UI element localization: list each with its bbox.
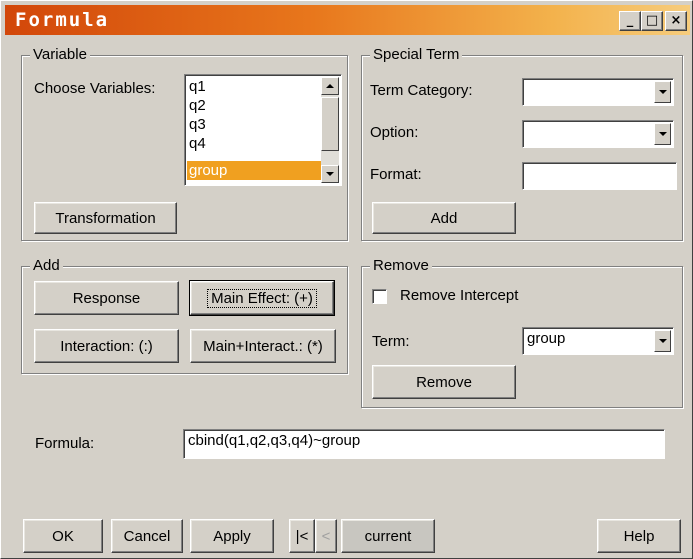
ok-button[interactable]: OK [23,519,103,553]
term-category-label: Term Category: [370,82,473,99]
variable-legend: Variable [30,46,90,64]
prev-record-button[interactable]: < [315,519,337,553]
term-dropdown-button[interactable] [654,330,671,352]
add-group: Add Response Main Effect: (+) Interactio… [21,257,348,374]
add-legend: Add [30,257,63,275]
transformation-button[interactable]: Transformation [34,202,177,234]
list-item[interactable]: q3 [187,115,321,134]
title-bar[interactable]: Formula _ □ × [5,5,690,35]
prev-icon: < [321,527,331,545]
scroll-thumb[interactable] [321,97,339,151]
variables-scrollbar[interactable] [321,77,339,183]
main-interact-button[interactable]: Main+Interact.: (*) [190,329,336,363]
option-dropdown-button[interactable] [654,123,671,145]
formula-dialog: Formula _ □ × Variable Choose Variables:… [0,0,693,559]
scroll-down-button[interactable] [321,165,339,183]
special-term-legend: Special Term [370,46,463,64]
scroll-up-button[interactable] [321,77,339,95]
variables-listbox[interactable]: q1 q2 q3 q4 group [184,74,342,186]
maximize-button[interactable]: □ [641,11,663,31]
list-item[interactable]: q4 [187,134,321,153]
list-item[interactable]: q2 [187,96,321,115]
option-label: Option: [370,124,419,141]
remove-intercept-checkbox[interactable] [372,289,387,304]
choose-variables-label: Choose Variables: [34,80,156,97]
close-button[interactable]: × [665,11,687,31]
current-indicator: current [341,519,435,553]
main-effect-label: Main Effect: (+) [207,288,317,308]
scroll-down-icon [326,172,334,176]
term-select[interactable]: group [522,327,674,355]
add-special-term-button[interactable]: Add [372,202,516,234]
list-item-selected[interactable]: group [187,161,321,180]
term-category-dropdown-button[interactable] [654,81,671,103]
interaction-button[interactable]: Interaction: (:) [34,329,179,363]
format-label: Format: [370,166,422,183]
term-value: group [527,330,566,347]
special-term-group: Special Term Term Category: Option: Form… [361,46,683,241]
main-effect-button[interactable]: Main Effect: (+) [189,280,335,316]
scroll-up-icon [326,84,334,88]
remove-group: Remove Remove Intercept Term: group Remo… [361,257,683,408]
minimize-button[interactable]: _ [619,11,641,31]
window-title: Formula [15,9,110,31]
remove-intercept-label[interactable]: Remove Intercept [400,287,518,304]
response-button[interactable]: Response [34,281,179,315]
variable-group: Variable Choose Variables: q1 q2 q3 q4 g… [21,46,348,241]
term-label: Term: [372,333,410,350]
remove-legend: Remove [370,257,432,275]
minimize-icon: _ [626,13,634,28]
option-select[interactable] [522,120,674,148]
list-item[interactable]: q1 [187,77,321,96]
cancel-button[interactable]: Cancel [111,519,183,553]
apply-button[interactable]: Apply [190,519,274,553]
first-icon: |< [295,527,309,545]
help-button[interactable]: Help [597,519,681,553]
chevron-down-icon [659,132,667,136]
term-category-select[interactable] [522,78,674,106]
chevron-down-icon [659,339,667,343]
chevron-down-icon [659,90,667,94]
first-record-button[interactable]: |< [289,519,315,553]
maximize-icon: □ [645,13,659,28]
formula-label: Formula: [35,435,95,452]
format-input[interactable] [522,162,677,190]
remove-button[interactable]: Remove [372,365,516,399]
formula-value: cbind(q1,q2,q3,q4)~group [188,432,361,449]
formula-input[interactable]: cbind(q1,q2,q3,q4)~group [183,429,665,459]
close-icon: × [670,13,682,28]
